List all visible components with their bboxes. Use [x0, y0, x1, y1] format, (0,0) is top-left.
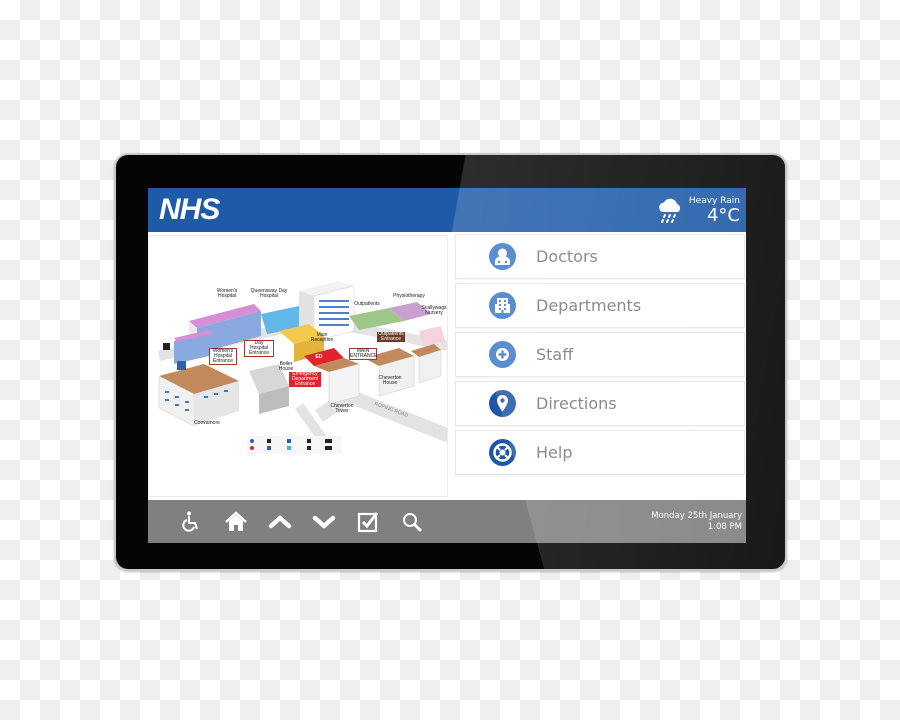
map-label-outpatients-entrance: Outpatients Entrance	[377, 331, 405, 342]
map-label-physiotherapy: Physiotherapy	[393, 293, 425, 299]
search-icon	[403, 512, 422, 531]
header-bar: NHS Heavy Rain 4°C	[148, 188, 746, 232]
weather-temperature: 4°C	[706, 205, 740, 226]
menu-item-doctors[interactable]: Doctors	[455, 234, 745, 279]
content-area: Women's Hospital Queensway Day Hospital …	[148, 232, 746, 500]
map-pin-icon	[489, 390, 516, 417]
map-label-ed: ED	[315, 354, 323, 360]
map-label-boiler-house: Boiler House	[278, 361, 294, 372]
date-time-display: Monday 25th January 1:08 PM	[651, 511, 742, 533]
nhs-logo: NHS	[159, 193, 220, 226]
doctor-icon	[489, 243, 516, 270]
menu-item-departments[interactable]: Departments	[455, 283, 745, 328]
map-label-womens-hospital: Women's Hospital	[216, 288, 238, 299]
heavy-rain-cloud-icon	[659, 198, 680, 223]
menu-item-help[interactable]: Help	[455, 430, 745, 475]
chevron-up-icon	[268, 515, 292, 528]
time-text: 1:08 PM	[707, 522, 742, 532]
scroll-down-button[interactable]	[306, 500, 342, 543]
chevron-down-icon	[312, 515, 336, 528]
medical-cross-icon	[489, 341, 516, 368]
hospital-map-illustration	[157, 281, 452, 454]
map-label-outpatients: Outpatients	[354, 301, 380, 307]
map-label-cheverton-tower: Cheverton Tower	[330, 403, 354, 414]
map-label-day-hospital-entrance: Day Hospital Entrance	[244, 340, 274, 357]
map-label-scallywags: Scallywags Nursery	[421, 305, 447, 316]
menu-item-label: Departments	[536, 296, 642, 315]
hospital-building-icon	[489, 292, 516, 319]
home-icon	[225, 510, 247, 531]
menu-item-label: Directions	[536, 394, 617, 413]
main-menu: Doctors Departments Staff Directions Hel…	[455, 234, 745, 479]
home-button[interactable]	[218, 500, 254, 543]
weather-widget: Heavy Rain 4°C	[655, 194, 740, 228]
map-label-convamore: Convamore	[194, 420, 220, 426]
search-button[interactable]	[394, 500, 430, 543]
select-button[interactable]	[350, 500, 386, 543]
hospital-map[interactable]: Women's Hospital Queensway Day Hospital …	[148, 235, 452, 497]
map-label-cheverton-house: Cheverton House	[378, 375, 402, 386]
menu-item-label: Staff	[536, 345, 574, 364]
map-label-emergency-entrance: Emergency Department Entrance	[289, 372, 321, 387]
map-label-queensway: Queensway Day Hospital	[250, 288, 288, 299]
date-text: Monday 25th January	[651, 511, 742, 521]
screen: NHS Heavy Rain 4°C Women's Hospital Quee…	[148, 188, 746, 543]
menu-item-label: Doctors	[536, 247, 598, 266]
bezel: NHS Heavy Rain 4°C Women's Hospital Quee…	[116, 155, 785, 569]
kiosk-display: NHS Heavy Rain 4°C Women's Hospital Quee…	[114, 153, 787, 571]
lifebuoy-icon	[489, 439, 516, 466]
footer-toolbar: Monday 25th January 1:08 PM	[148, 500, 746, 543]
map-label-main-reception: Main Reception	[310, 332, 334, 343]
scroll-up-button[interactable]	[262, 500, 298, 543]
map-label-main-entrance: MAIN ENTRANCE	[349, 348, 378, 360]
checkbox-icon	[357, 511, 379, 532]
menu-item-staff[interactable]: Staff	[455, 332, 745, 377]
map-legend	[247, 436, 342, 454]
menu-item-directions[interactable]: Directions	[455, 381, 745, 426]
wheelchair-icon	[182, 511, 198, 532]
map-label-womens-entrance: Women's Hospital Entrance	[209, 348, 237, 365]
accessibility-button[interactable]	[174, 500, 210, 543]
menu-item-label: Help	[536, 443, 573, 462]
